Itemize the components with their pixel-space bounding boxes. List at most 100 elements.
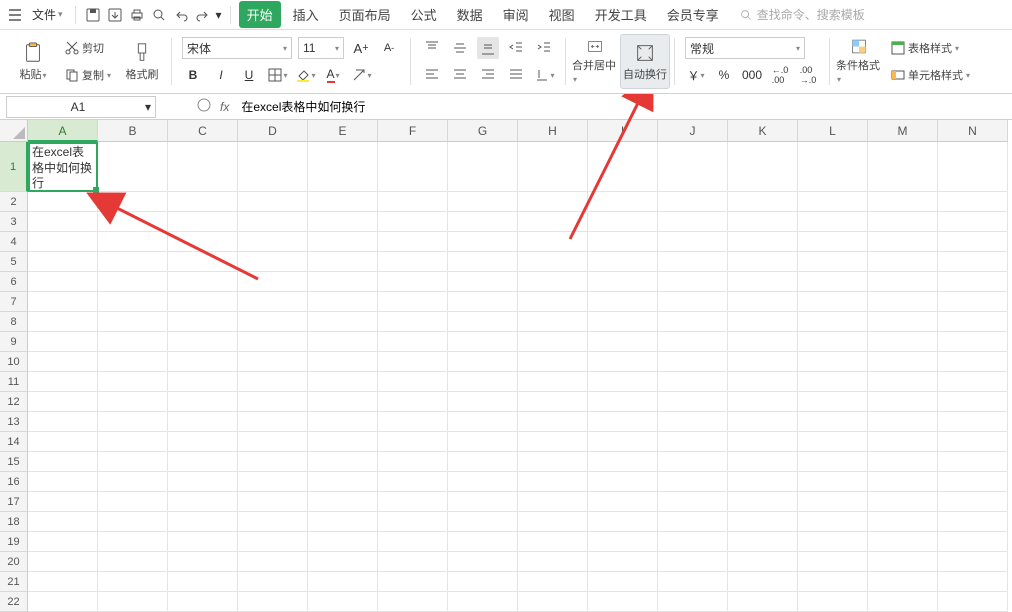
cell[interactable] [658, 292, 728, 312]
cell[interactable] [938, 142, 1008, 192]
cell[interactable] [238, 492, 308, 512]
col-header-M[interactable]: M [868, 120, 938, 142]
cell[interactable] [448, 552, 518, 572]
cell[interactable] [868, 592, 938, 612]
cell[interactable] [588, 312, 658, 332]
cell[interactable] [308, 292, 378, 312]
save-as-icon[interactable] [106, 6, 124, 24]
cell[interactable] [518, 292, 588, 312]
cell[interactable] [518, 432, 588, 452]
cell[interactable] [868, 232, 938, 252]
cell[interactable] [798, 232, 868, 252]
cell[interactable] [28, 212, 98, 232]
cell[interactable] [98, 312, 168, 332]
cell[interactable] [798, 192, 868, 212]
tab-view[interactable]: 视图 [541, 1, 583, 28]
cell[interactable] [588, 292, 658, 312]
row-header-2[interactable]: 2 [0, 192, 28, 212]
row-header-18[interactable]: 18 [0, 512, 28, 532]
cell[interactable] [868, 142, 938, 192]
save-icon[interactable] [84, 6, 102, 24]
cell[interactable] [728, 412, 798, 432]
cell[interactable] [168, 192, 238, 212]
row-header-16[interactable]: 16 [0, 472, 28, 492]
cell[interactable] [798, 272, 868, 292]
cell[interactable] [658, 432, 728, 452]
cell[interactable] [28, 352, 98, 372]
row-header-14[interactable]: 14 [0, 432, 28, 452]
cell[interactable] [588, 352, 658, 372]
cell[interactable] [378, 142, 448, 192]
cell[interactable] [798, 432, 868, 452]
cell[interactable] [238, 332, 308, 352]
tab-devtools[interactable]: 开发工具 [587, 1, 655, 28]
cell[interactable] [798, 492, 868, 512]
cell[interactable] [868, 392, 938, 412]
undo-icon[interactable] [172, 6, 190, 24]
tab-data[interactable]: 数据 [449, 1, 491, 28]
cell[interactable] [98, 552, 168, 572]
cell[interactable] [308, 252, 378, 272]
cell[interactable] [658, 352, 728, 372]
cell[interactable] [798, 452, 868, 472]
cell[interactable] [238, 272, 308, 292]
cell[interactable] [308, 372, 378, 392]
cell[interactable] [658, 592, 728, 612]
cell[interactable] [728, 142, 798, 192]
cell[interactable] [378, 472, 448, 492]
cell[interactable] [938, 592, 1008, 612]
cell[interactable] [448, 292, 518, 312]
cell[interactable] [308, 332, 378, 352]
cell[interactable] [378, 572, 448, 592]
font-size-combo[interactable]: 11▾ [298, 37, 344, 59]
cell[interactable] [28, 572, 98, 592]
cell-style-button[interactable]: 单元格样式▾ [890, 67, 970, 83]
cell[interactable] [518, 572, 588, 592]
decrease-font-button[interactable]: A- [378, 37, 400, 59]
row-header-20[interactable]: 20 [0, 552, 28, 572]
cell[interactable] [168, 372, 238, 392]
cell[interactable] [448, 142, 518, 192]
cell[interactable] [938, 372, 1008, 392]
cell[interactable] [588, 412, 658, 432]
cell[interactable] [98, 452, 168, 472]
cell[interactable] [728, 512, 798, 532]
cell[interactable] [588, 452, 658, 472]
cell[interactable] [938, 352, 1008, 372]
cell[interactable] [938, 472, 1008, 492]
cell[interactable] [28, 232, 98, 252]
clear-format-button[interactable]: ▾ [350, 64, 372, 86]
cell[interactable] [868, 292, 938, 312]
cell[interactable] [308, 192, 378, 212]
cell[interactable] [518, 492, 588, 512]
cell[interactable] [658, 532, 728, 552]
underline-button[interactable]: U [238, 64, 260, 86]
cell[interactable] [168, 142, 238, 192]
cell[interactable] [798, 512, 868, 532]
cell[interactable] [238, 192, 308, 212]
cell[interactable] [588, 392, 658, 412]
file-menu-button[interactable]: 文件 ▾ [28, 4, 67, 25]
cell[interactable] [868, 352, 938, 372]
cell[interactable] [868, 192, 938, 212]
cell[interactable] [98, 372, 168, 392]
cell[interactable] [168, 312, 238, 332]
cell[interactable] [448, 452, 518, 472]
cell[interactable] [168, 252, 238, 272]
cell[interactable] [518, 592, 588, 612]
cell[interactable] [168, 212, 238, 232]
cell[interactable] [798, 352, 868, 372]
cell[interactable] [378, 452, 448, 472]
cell[interactable] [588, 552, 658, 572]
cell[interactable] [588, 472, 658, 492]
cell[interactable] [168, 472, 238, 492]
cell[interactable] [28, 392, 98, 412]
cell[interactable] [28, 412, 98, 432]
cell[interactable] [98, 272, 168, 292]
cell[interactable] [308, 592, 378, 612]
cell[interactable] [868, 412, 938, 432]
cell[interactable] [168, 412, 238, 432]
cell[interactable] [238, 352, 308, 372]
cell[interactable] [518, 532, 588, 552]
cell[interactable] [378, 212, 448, 232]
